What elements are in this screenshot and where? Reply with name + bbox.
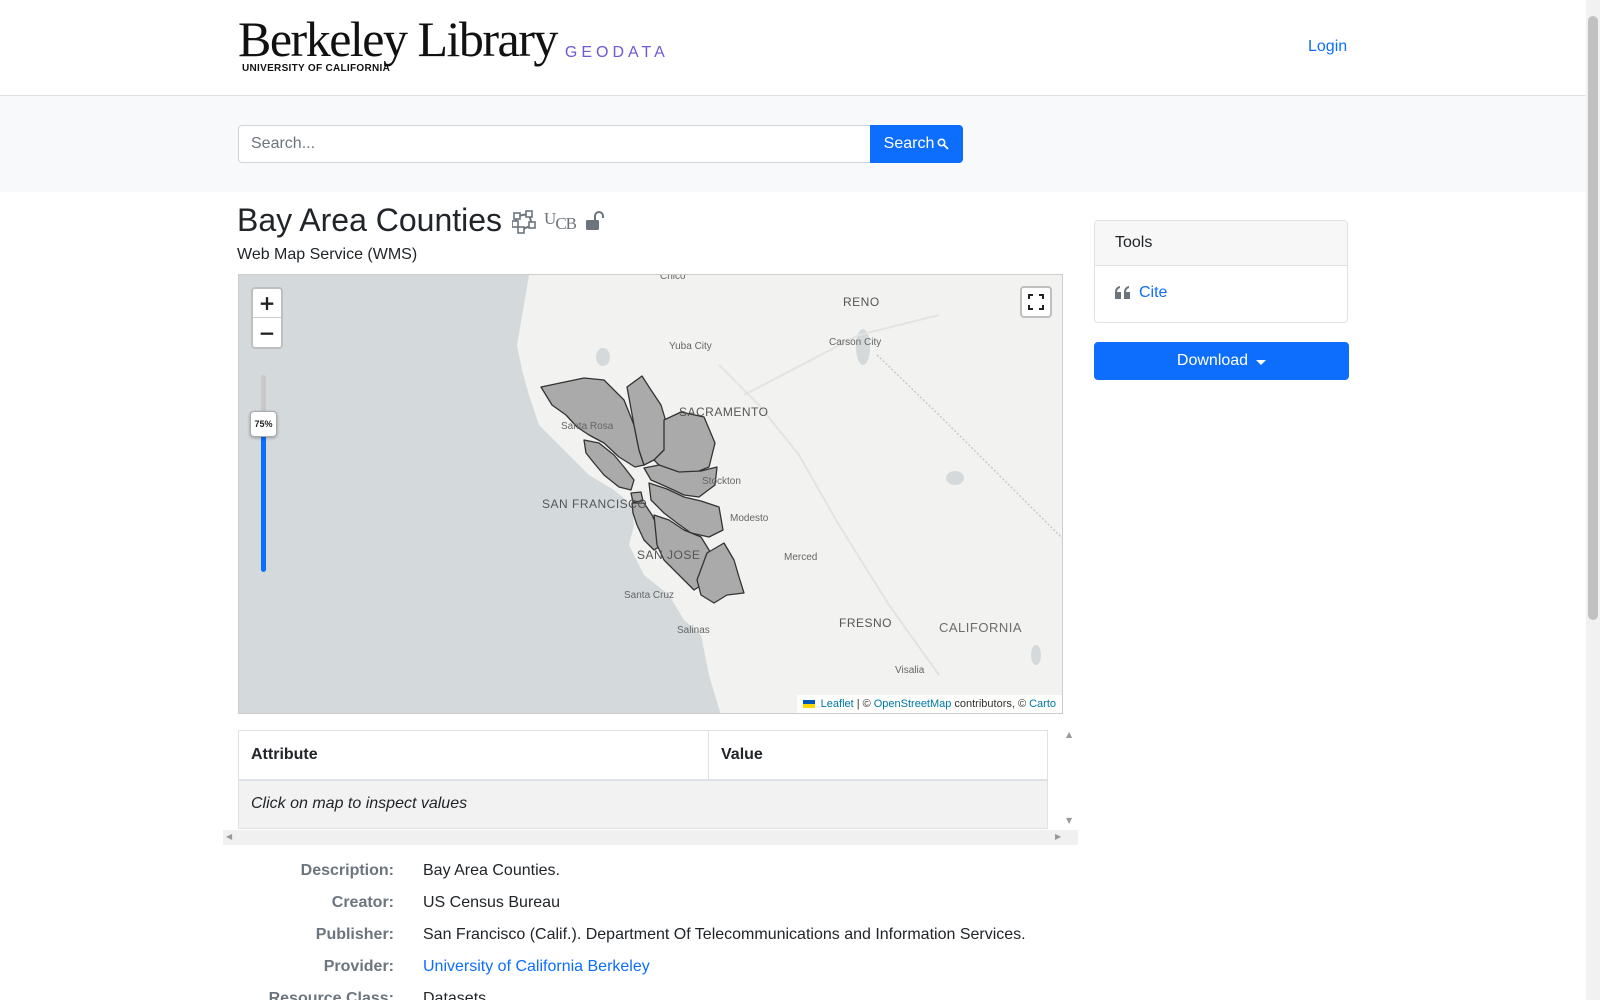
public-unlock-icon bbox=[586, 210, 605, 230]
cite-link[interactable]: Cite bbox=[1139, 284, 1167, 302]
metadata-row-provider: Provider: University of California Berke… bbox=[323, 958, 650, 976]
scroll-right-icon[interactable]: ▶ bbox=[1055, 832, 1061, 841]
record-title-row: Bay Area Counties UCB bbox=[237, 202, 606, 239]
page-scrollbar[interactable] bbox=[1586, 0, 1600, 1000]
search-icon bbox=[937, 138, 949, 150]
lake-a bbox=[1031, 645, 1041, 665]
map-label-fresno: FRESNO bbox=[839, 616, 893, 630]
state-border bbox=[876, 354, 1062, 539]
map-label-carson-city: Carson City bbox=[829, 337, 882, 348]
map-label-visalia: Visalia bbox=[895, 665, 925, 676]
column-header-attribute: Attribute bbox=[238, 730, 709, 781]
ocean bbox=[239, 275, 721, 713]
caret-down-icon bbox=[1256, 359, 1267, 365]
service-type: Web Map Service (WMS) bbox=[237, 246, 418, 263]
map-label-modesto: Modesto bbox=[730, 513, 769, 524]
page-title: Bay Area Counties bbox=[237, 202, 503, 238]
map-label-california: CALIFORNIA bbox=[939, 620, 1023, 635]
search-button-label: Search bbox=[883, 135, 935, 152]
scroll-left-icon[interactable]: ◀ bbox=[226, 832, 232, 841]
metadata-row-publisher: Publisher: San Francisco (Calif.). Depar… bbox=[315, 926, 1026, 943]
site-header: Berkeley Library UNIVERSITY OF CALIFORNI… bbox=[0, 0, 1586, 96]
opacity-track-filled[interactable] bbox=[261, 424, 266, 572]
zoom-out-button[interactable]: − bbox=[253, 318, 281, 347]
road bbox=[743, 314, 940, 396]
table-vertical-scrollbar[interactable]: ▲ ▼ bbox=[1063, 730, 1078, 830]
tools-heading: Tools bbox=[1095, 221, 1347, 266]
column-header-value: Value bbox=[708, 730, 1048, 781]
attribute-table: Attribute Value Click on map to inspect … bbox=[238, 730, 1048, 829]
tulare-lake bbox=[946, 471, 964, 485]
map-label-yuba-city: Yuba City bbox=[669, 341, 712, 352]
logo-wordmark: Berkeley Library bbox=[238, 11, 558, 67]
osm-link[interactable]: OpenStreetMap bbox=[874, 698, 952, 710]
map-label-sacramento: SACRAMENTO bbox=[679, 405, 769, 419]
map-label-stockton: Stockton bbox=[702, 476, 741, 487]
polygon-icon bbox=[512, 209, 536, 234]
map-label-chico: Chico bbox=[660, 274, 686, 282]
fullscreen-button[interactable] bbox=[1020, 286, 1052, 318]
map-label-reno: RENO bbox=[843, 295, 880, 309]
map-label-merced: Merced bbox=[784, 552, 818, 563]
map-label-san-jose: SAN JOSE bbox=[637, 548, 701, 562]
basemap bbox=[239, 275, 1062, 713]
tools-card: Tools Cite bbox=[1094, 220, 1348, 323]
leaflet-link[interactable]: Leaflet bbox=[821, 698, 854, 710]
page-scrollbar-thumb[interactable] bbox=[1588, 16, 1598, 620]
fullscreen-icon bbox=[1028, 294, 1044, 310]
login-link[interactable]: Login bbox=[1308, 38, 1347, 56]
map-viewer[interactable]: Chico RENO Carson City Yuba City SACRAME… bbox=[238, 274, 1063, 714]
download-button-label: Download bbox=[1176, 352, 1249, 369]
ukraine-flag-icon bbox=[802, 700, 815, 708]
table-horizontal-scrollbar[interactable]: ◀ ▶ bbox=[223, 830, 1078, 845]
logo-university: UNIVERSITY OF CALIFORNIA bbox=[242, 63, 391, 74]
metadata-row-resource-class: Resource Class: Datasets bbox=[268, 990, 487, 1000]
berkeley-library-logo[interactable]: Berkeley Library UNIVERSITY OF CALIFORNI… bbox=[238, 11, 669, 74]
carto-link[interactable]: Carto bbox=[1029, 698, 1056, 710]
map-label-san-francisco: SAN FRANCISCO bbox=[542, 497, 648, 511]
metadata-list: Description: Bay Area Counties. Creator:… bbox=[238, 862, 1098, 1000]
quote-icon bbox=[1115, 286, 1130, 299]
scroll-down-icon[interactable]: ▼ bbox=[1066, 816, 1072, 825]
empty-message: Click on map to inspect values bbox=[238, 779, 1048, 829]
map-label-santa-cruz: Santa Cruz bbox=[624, 590, 675, 601]
attribute-table-container[interactable]: Attribute Value Click on map to inspect … bbox=[223, 730, 1078, 845]
zoom-control: + − bbox=[251, 287, 283, 349]
download-button[interactable]: Download bbox=[1094, 342, 1349, 380]
institution-ucb-icon: UCB bbox=[544, 209, 577, 233]
opacity-slider-handle[interactable]: 75% bbox=[250, 411, 277, 438]
zoom-in-button[interactable]: + bbox=[253, 289, 281, 318]
clear-lake bbox=[596, 348, 610, 366]
map-label-salinas: Salinas bbox=[677, 625, 710, 636]
logo-geodata: GEODATA bbox=[564, 44, 669, 61]
table-row: Click on map to inspect values bbox=[238, 779, 1048, 829]
provider-link[interactable]: University of California Berkeley bbox=[423, 958, 650, 976]
search-input[interactable] bbox=[238, 125, 871, 163]
map-attribution: Leaflet | © OpenStreetMap contributors, … bbox=[796, 695, 1062, 713]
metadata-row-creator: Creator: US Census Bureau bbox=[331, 894, 560, 911]
scroll-up-icon[interactable]: ▲ bbox=[1066, 730, 1072, 739]
map-label-santa-rosa: Santa Rosa bbox=[561, 421, 614, 432]
metadata-row-description: Description: Bay Area Counties. bbox=[300, 862, 560, 879]
search-band: Search bbox=[0, 96, 1586, 192]
search-button[interactable]: Search bbox=[870, 125, 963, 163]
